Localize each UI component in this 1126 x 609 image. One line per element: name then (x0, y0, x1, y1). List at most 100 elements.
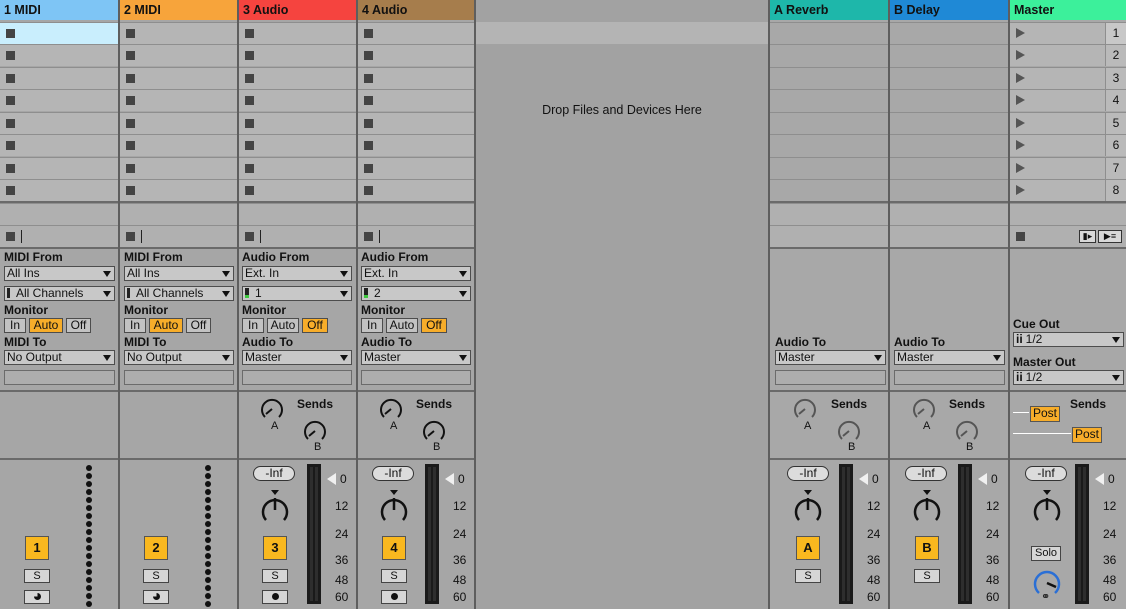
clip-slot[interactable] (0, 179, 118, 201)
clip-slot[interactable] (358, 203, 474, 225)
stop-icon[interactable] (245, 186, 254, 195)
solo-button[interactable]: S (381, 569, 407, 583)
stop-icon[interactable] (6, 164, 15, 173)
clip-stop-row[interactable] (239, 225, 356, 247)
volume-slider-arrow-icon[interactable] (978, 473, 987, 485)
clip-slot[interactable] (239, 134, 356, 156)
scene-play-icon[interactable] (1016, 118, 1025, 128)
stop-icon[interactable] (6, 74, 15, 83)
stop-icon[interactable] (364, 74, 373, 83)
stop-icon[interactable] (6, 29, 15, 38)
midi-from-select[interactable]: All Ins (4, 266, 115, 281)
monitor-in-button[interactable]: In (124, 318, 146, 333)
monitor-in-button[interactable]: In (242, 318, 264, 333)
pan-knob[interactable] (258, 490, 292, 528)
clip-slot[interactable] (0, 157, 118, 179)
stop-icon[interactable] (6, 141, 15, 150)
return-activator-button[interactable]: A (796, 536, 820, 560)
audio-to-select[interactable]: Master (894, 350, 1005, 365)
clip-slot[interactable] (239, 203, 356, 225)
track-activator-button[interactable]: 3 (263, 536, 287, 560)
stop-icon[interactable] (126, 29, 135, 38)
scene-launch[interactable]: 4 (1010, 89, 1126, 111)
monitor-auto-button[interactable]: Auto (149, 318, 183, 333)
track-header[interactable]: 1 MIDI (0, 0, 118, 20)
stop-icon[interactable] (126, 51, 135, 60)
monitor-off-button[interactable]: Off (302, 318, 328, 333)
arm-button[interactable] (143, 590, 169, 604)
monitor-off-button[interactable]: Off (66, 318, 91, 333)
scene-launch[interactable]: 5 (1010, 112, 1126, 134)
insert-scene-button[interactable]: ▮▸ (1079, 230, 1096, 243)
clip-slot[interactable] (239, 22, 356, 44)
track-3-audio[interactable]: 3 Audio Audio From Ext. In 1 Monitor In … (239, 0, 358, 609)
master-track[interactable]: Master 1 2 3 4 5 6 7 8 ▮▸ ▶≡ Cue Out ii 1… (1010, 0, 1126, 609)
clip-slot[interactable] (239, 112, 356, 134)
master-stop-row[interactable]: ▮▸ ▶≡ (1010, 225, 1126, 247)
clip-stop-row[interactable] (358, 225, 474, 247)
send-a-knob[interactable] (911, 396, 937, 422)
track-activator-button[interactable]: 4 (382, 536, 406, 560)
scene-play-icon[interactable] (1016, 95, 1025, 105)
channel-select[interactable]: All Channels (124, 286, 234, 301)
stop-icon[interactable] (126, 186, 135, 195)
clip-stop-row[interactable] (120, 225, 237, 247)
stop-icon[interactable] (6, 186, 15, 195)
clip-slot[interactable] (358, 179, 474, 201)
stop-icon[interactable] (245, 96, 254, 105)
solo-button[interactable]: S (262, 569, 288, 583)
send-a-knob[interactable] (259, 396, 285, 422)
send-a-knob[interactable] (792, 396, 818, 422)
scene-launch[interactable]: 8 (1010, 179, 1126, 201)
clip-slot[interactable] (358, 112, 474, 134)
volume-slider-arrow-icon[interactable] (1095, 473, 1104, 485)
monitor-auto-button[interactable]: Auto (386, 318, 418, 333)
clip-slot[interactable] (239, 67, 356, 89)
scene-play-icon[interactable] (1016, 73, 1025, 83)
audio-to-select[interactable]: Master (775, 350, 886, 365)
monitor-auto-button[interactable]: Auto (267, 318, 299, 333)
stop-all-clips-icon[interactable] (1016, 232, 1025, 241)
input-channel-select[interactable]: 2 (361, 286, 471, 301)
clip-slot[interactable] (0, 89, 118, 111)
scene-play-icon[interactable] (1016, 140, 1025, 150)
monitor-auto-button[interactable]: Auto (29, 318, 63, 333)
return-activator-button[interactable]: B (915, 536, 939, 560)
pan-knob[interactable] (910, 490, 944, 528)
output-channel-box[interactable] (775, 370, 886, 385)
stop-all-icon[interactable] (126, 232, 135, 241)
channel-select[interactable]: All Channels (4, 286, 115, 301)
stop-all-icon[interactable] (245, 232, 254, 241)
stop-icon[interactable] (126, 74, 135, 83)
stop-icon[interactable] (245, 164, 254, 173)
solo-button[interactable]: S (795, 569, 821, 583)
scene-play-icon[interactable] (1016, 50, 1025, 60)
clip-slot[interactable] (120, 67, 237, 89)
clip-slot[interactable] (239, 44, 356, 66)
track-header[interactable]: 4 Audio (358, 0, 474, 20)
stop-icon[interactable] (126, 141, 135, 150)
midi-to-select[interactable]: No Output (4, 350, 115, 365)
scene-list-button[interactable]: ▶≡ (1098, 230, 1122, 243)
scene-launch[interactable]: 2 (1010, 44, 1126, 66)
track-4-audio[interactable]: 4 Audio Audio From Ext. In 2 Monitor In … (358, 0, 476, 609)
clip-stop-row[interactable] (0, 225, 118, 247)
volume-slider-arrow-icon[interactable] (445, 473, 454, 485)
track-header[interactable]: 2 MIDI (120, 0, 237, 20)
audio-from-select[interactable]: Ext. In (242, 266, 352, 281)
audio-to-select[interactable]: Master (242, 350, 352, 365)
track-header[interactable]: Master (1010, 0, 1126, 20)
stop-all-icon[interactable] (6, 232, 15, 241)
clip-slot[interactable] (120, 179, 237, 201)
scene-play-icon[interactable] (1016, 185, 1025, 195)
track-activator-button[interactable]: 2 (144, 536, 168, 560)
clip-slot[interactable] (0, 22, 118, 44)
clip-slot[interactable] (120, 203, 237, 225)
stop-icon[interactable] (6, 119, 15, 128)
volume-slider-arrow-icon[interactable] (327, 473, 336, 485)
stop-all-icon[interactable] (364, 232, 373, 241)
solo-button[interactable]: Solo (1031, 546, 1061, 561)
cue-out-select[interactable]: ii 1/2 (1013, 332, 1124, 347)
clip-slot[interactable] (358, 67, 474, 89)
clip-slot[interactable] (120, 157, 237, 179)
